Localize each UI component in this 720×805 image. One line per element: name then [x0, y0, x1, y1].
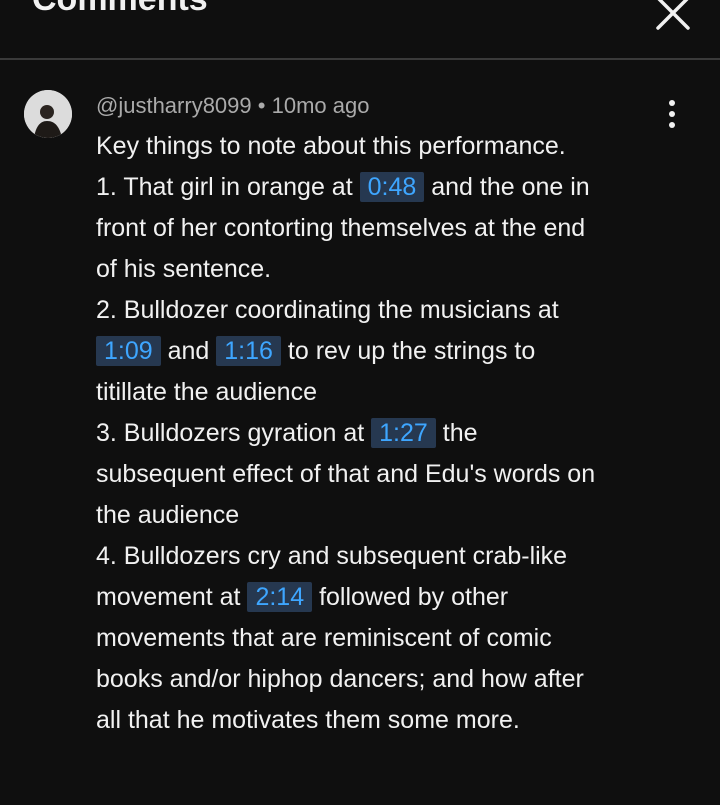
comment-author[interactable]: @justharry8099: [96, 93, 252, 118]
close-icon[interactable]: [652, 0, 694, 34]
timestamp-link[interactable]: 1:09: [96, 336, 161, 366]
timestamp-link[interactable]: 1:27: [371, 418, 436, 448]
meta-separator: •: [257, 93, 266, 118]
comment-age: 10mo ago: [271, 93, 370, 118]
comment-line: Key things to note about this performanc…: [96, 132, 566, 160]
comment-line: books and/or hiphop dancers; and how aft…: [96, 665, 584, 693]
comment-line: 1:09 and 1:16 to rev up the strings to: [96, 331, 696, 372]
comments-header: Comments: [0, 0, 720, 60]
timestamp-link[interactable]: 2:14: [247, 582, 313, 612]
timestamp-link[interactable]: 0:48: [359, 172, 425, 202]
comment-line: the audience: [96, 501, 240, 529]
comment-line: 2. Bulldozer coordinating the musicians …: [96, 296, 559, 324]
comment-line: movement at 2:14 followed by other: [96, 582, 509, 612]
comment-meta: @justharry8099 • 10mo ago: [96, 93, 369, 119]
panel-title: Comments: [32, 0, 208, 16]
comment-line: 3. Bulldozers gyration at 1:27 the: [96, 418, 478, 448]
timestamp-link[interactable]: 1:16: [216, 336, 281, 366]
avatar[interactable]: [24, 90, 72, 138]
comment-line: titillate the audience: [96, 378, 317, 406]
comment-line: subsequent effect of that and Edu's word…: [96, 460, 596, 488]
comment-line: movements that are reminiscent of comic: [96, 624, 552, 652]
comment-line: 4. Bulldozers cry and subsequent crab-li…: [96, 542, 568, 570]
comment-line: front of her contorting themselves at th…: [96, 214, 586, 242]
comment-line: 1. That girl in orange at 0:48 and the o…: [96, 172, 590, 202]
comment-line: of his sentence.: [96, 255, 272, 283]
comment-body: Key things to note about this performanc…: [96, 126, 696, 741]
comment-line: all that he motivates them some more.: [96, 706, 520, 734]
